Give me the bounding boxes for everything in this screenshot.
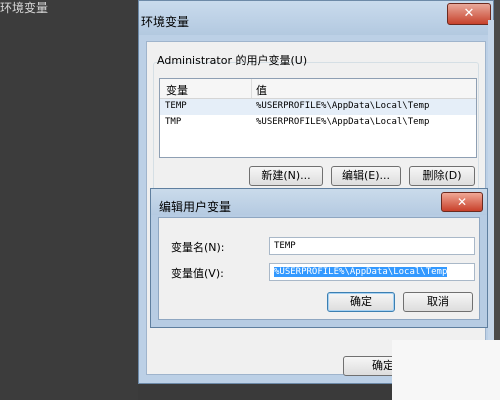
variable-value-field[interactable]: %USERPROFILE%\AppData\Local\Temp xyxy=(269,263,475,281)
window-edge xyxy=(488,20,494,340)
column-header-value[interactable]: 值 xyxy=(256,82,267,98)
var-value: %USERPROFILE%\AppData\Local\Temp xyxy=(256,101,430,111)
edit-cancel-button[interactable]: 取消 xyxy=(403,292,473,312)
edit-dialog-title: 编辑用户变量 xyxy=(159,200,232,214)
edit-ok-button[interactable]: 确定 xyxy=(327,292,395,312)
edit-dialog-body: 变量名(N): TEMP 变量值(V): %USERPROFILE%\AppDa… xyxy=(158,217,480,320)
var-name: TMP xyxy=(165,117,182,127)
overlay-patch xyxy=(392,340,500,400)
edit-dialog-close-button[interactable]: ✕ xyxy=(441,192,483,212)
edit-user-variable-dialog: 编辑用户变量 ✕ 变量名(N): TEMP 变量值(V): %USERPROFI… xyxy=(150,188,488,328)
env-window-title: 环境变量 xyxy=(141,15,190,29)
env-titlebar[interactable]: 环境变量 ✕ xyxy=(139,1,493,35)
variable-name-label: 变量名(N): xyxy=(171,241,225,254)
user-vars-list[interactable]: 变量 值 TEMP %USERPROFILE%\AppData\Local\Te… xyxy=(159,78,477,158)
list-item[interactable]: TEMP %USERPROFILE%\AppData\Local\Temp xyxy=(160,99,476,115)
variable-value-label: 变量值(V): xyxy=(171,267,224,280)
vars-list-header: 变量 值 xyxy=(160,79,476,99)
var-name: TEMP xyxy=(165,101,187,111)
background-panel xyxy=(0,0,138,400)
column-header-variable[interactable]: 变量 xyxy=(166,82,188,98)
edit-dialog-titlebar[interactable]: 编辑用户变量 ✕ xyxy=(151,189,487,215)
new-button[interactable]: 新建(N)... xyxy=(249,166,323,186)
variable-value-text: %USERPROFILE%\AppData\Local\Temp xyxy=(274,267,448,277)
env-close-button[interactable]: ✕ xyxy=(447,3,491,25)
delete-button[interactable]: 删除(D) xyxy=(409,166,475,186)
user-vars-group-label: Administrator 的用户变量(U) xyxy=(157,54,308,67)
list-item[interactable]: TMP %USERPROFILE%\AppData\Local\Temp xyxy=(160,115,476,131)
column-divider[interactable] xyxy=(251,79,252,98)
variable-name-field[interactable]: TEMP xyxy=(269,237,475,255)
var-value: %USERPROFILE%\AppData\Local\Temp xyxy=(256,117,430,127)
edit-button[interactable]: 编辑(E)... xyxy=(331,166,401,186)
